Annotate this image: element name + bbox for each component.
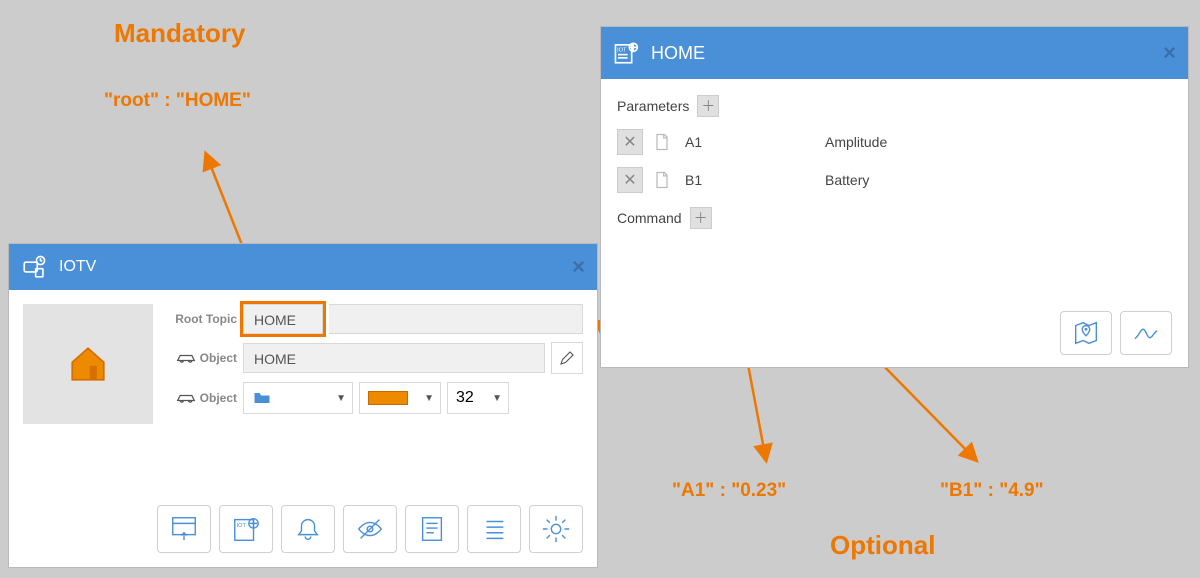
visibility-button[interactable] xyxy=(343,505,397,553)
root-topic-field-extend[interactable] xyxy=(329,304,583,334)
annotation-a1: "A1" : "0.23" xyxy=(672,480,786,502)
annotation-mandatory: Mandatory xyxy=(114,18,245,49)
eye-slash-icon xyxy=(355,514,385,544)
home-title: HOME xyxy=(651,43,705,64)
home-icon xyxy=(67,343,109,385)
list-button[interactable] xyxy=(467,505,521,553)
edit-button[interactable] xyxy=(551,342,583,374)
color-swatch xyxy=(368,391,408,405)
param-key: A1 xyxy=(685,134,825,150)
chevron-down-icon: ▼ xyxy=(424,393,434,404)
object-label: Object xyxy=(167,351,237,365)
document-icon xyxy=(652,170,672,190)
car-icon xyxy=(176,392,196,404)
chevron-down-icon: ▼ xyxy=(492,393,502,404)
delete-param-button[interactable]: ✕ xyxy=(617,129,643,155)
iotv-toolbar: IOT xyxy=(9,505,597,567)
root-topic-row: Root Topic HOME xyxy=(167,304,583,334)
gear-icon xyxy=(541,514,571,544)
close-icon[interactable]: × xyxy=(1163,40,1176,66)
root-topic-value-highlighted: HOME xyxy=(243,304,323,334)
object-field[interactable]: HOME xyxy=(243,343,545,373)
object-label-text: Object xyxy=(200,351,237,365)
edit-param-button[interactable] xyxy=(649,129,675,155)
map-pin-icon xyxy=(1071,318,1101,348)
chart-line-icon xyxy=(1131,318,1161,348)
param-row: ✕ B1 Battery xyxy=(617,161,1172,199)
object-row: Object HOME xyxy=(167,342,583,374)
iot-config-icon: IOT xyxy=(613,40,639,66)
svg-text:IOT: IOT xyxy=(617,47,627,53)
upload-button[interactable] xyxy=(157,505,211,553)
parameters-section: Parameters ＋ xyxy=(617,95,1172,117)
map-button[interactable] xyxy=(1060,311,1112,355)
param-key: B1 xyxy=(685,172,825,188)
iotv-panel: IOTV × Root Topic HOME Object HOME xyxy=(8,243,598,568)
add-command-button[interactable]: ＋ xyxy=(690,207,712,229)
root-topic-label: Root Topic xyxy=(167,312,237,326)
upload-icon xyxy=(169,514,199,544)
edit-param-button[interactable] xyxy=(649,167,675,193)
annotation-optional: Optional xyxy=(830,530,935,561)
param-value: Amplitude xyxy=(825,134,1172,150)
home-footer xyxy=(617,311,1172,355)
size-select[interactable]: 32 ▼ xyxy=(447,382,509,414)
bell-icon xyxy=(293,514,323,544)
folder-select[interactable]: ▼ xyxy=(243,382,353,414)
object2-label-text: Object xyxy=(200,391,237,405)
command-section: Command ＋ xyxy=(617,207,1172,229)
note-icon xyxy=(417,514,447,544)
home-body: Parameters ＋ ✕ A1 Amplitude ✕ B1 Battery… xyxy=(601,79,1188,367)
object2-label: Object xyxy=(167,391,237,405)
document-icon xyxy=(652,132,672,152)
alarm-button[interactable] xyxy=(281,505,335,553)
command-label: Command xyxy=(617,210,682,226)
iotv-title: IOTV xyxy=(59,258,96,276)
annotation-b1: "B1" : "4.9" xyxy=(940,480,1044,502)
settings-button[interactable] xyxy=(529,505,583,553)
chart-button[interactable] xyxy=(1120,311,1172,355)
folder-icon xyxy=(252,388,272,408)
pencil-icon xyxy=(558,349,576,367)
iot-config-icon: IOT xyxy=(231,514,261,544)
param-row: ✕ A1 Amplitude xyxy=(617,123,1172,161)
iot-config-button[interactable]: IOT xyxy=(219,505,273,553)
size-value: 32 xyxy=(456,389,474,407)
iotv-form: Root Topic HOME Object HOME Object xyxy=(167,304,583,497)
add-parameter-button[interactable]: ＋ xyxy=(697,95,719,117)
close-icon[interactable]: × xyxy=(572,254,585,280)
thumbnail xyxy=(23,304,153,424)
list-icon xyxy=(479,514,509,544)
home-header: IOT HOME × xyxy=(601,27,1188,79)
delete-param-button[interactable]: ✕ xyxy=(617,167,643,193)
iotv-body: Root Topic HOME Object HOME Object xyxy=(9,290,597,505)
param-value: Battery xyxy=(825,172,1172,188)
object2-row: Object ▼ ▼ 32 ▼ xyxy=(167,382,583,414)
note-button[interactable] xyxy=(405,505,459,553)
chevron-down-icon: ▼ xyxy=(336,393,346,404)
devices-icon xyxy=(21,254,47,280)
annotation-root: "root" : "HOME" xyxy=(104,90,251,112)
home-panel: IOT HOME × Parameters ＋ ✕ A1 Amplitude ✕ xyxy=(600,26,1189,368)
svg-text:IOT: IOT xyxy=(237,523,247,529)
car-icon xyxy=(176,352,196,364)
color-select[interactable]: ▼ xyxy=(359,382,441,414)
parameters-label: Parameters xyxy=(617,98,689,114)
iotv-header: IOTV × xyxy=(9,244,597,290)
